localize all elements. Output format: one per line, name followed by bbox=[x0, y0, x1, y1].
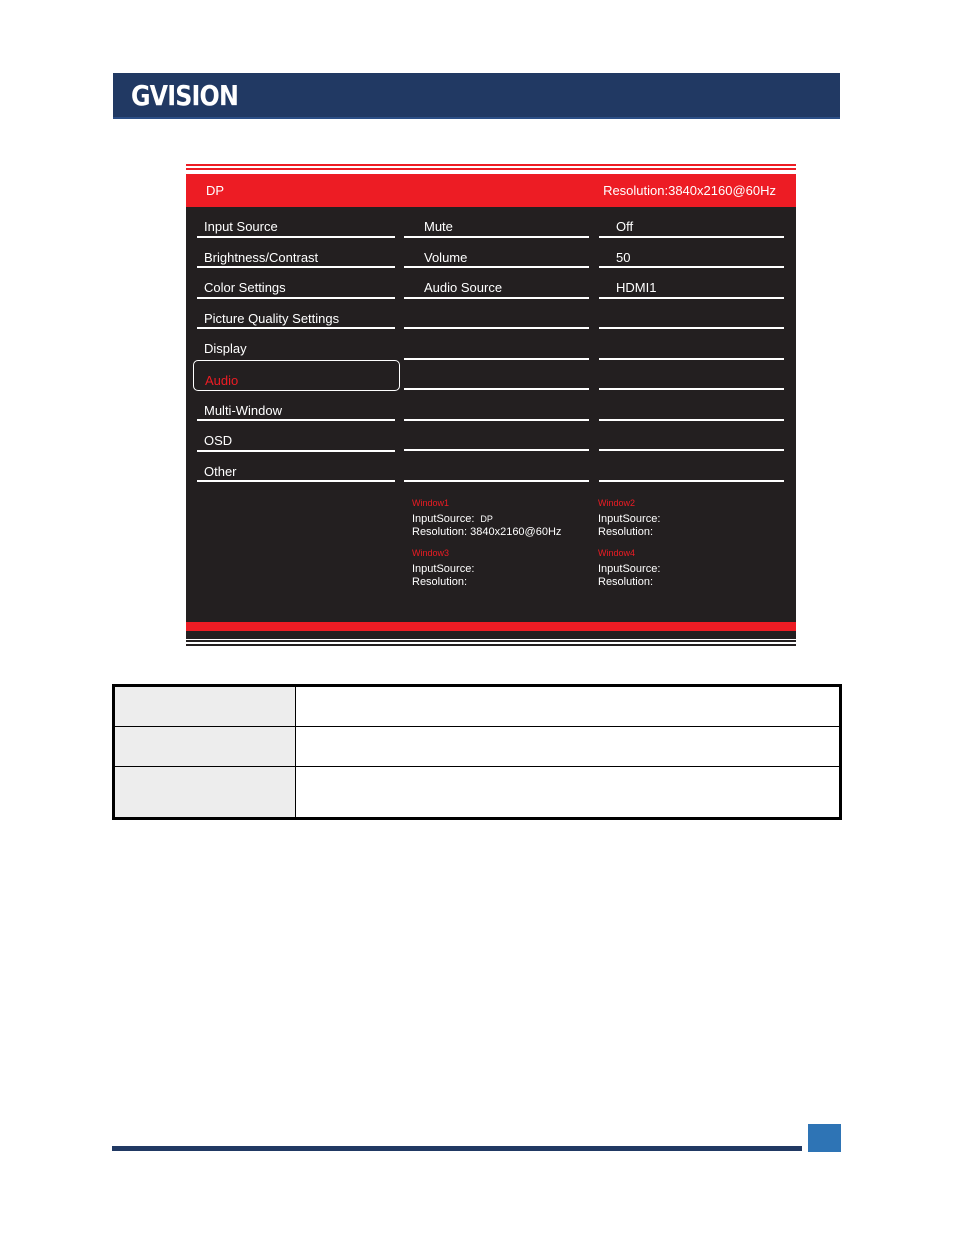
menu-item-input-source[interactable]: Input Source bbox=[197, 207, 395, 238]
menu-item-picture-quality[interactable]: Picture Quality Settings bbox=[197, 299, 395, 329]
value-empty bbox=[599, 360, 784, 390]
table-value-cell bbox=[295, 685, 841, 727]
table-key-cell bbox=[113, 726, 296, 767]
submenu-mute[interactable]: Mute bbox=[404, 207, 589, 238]
value-audio-source[interactable]: HDMI1 bbox=[599, 268, 784, 299]
menu-item-other[interactable]: Other bbox=[197, 452, 395, 482]
table-key-cell bbox=[113, 766, 296, 819]
window4-info: Window4 InputSource: Resolution: bbox=[598, 547, 660, 589]
footer-rule bbox=[112, 1146, 802, 1151]
window2-info: Window2 InputSource: Resolution: bbox=[598, 497, 660, 539]
value-volume[interactable]: 50 bbox=[599, 238, 784, 268]
value-mute[interactable]: Off bbox=[599, 207, 784, 238]
input-label: InputSource: bbox=[412, 563, 475, 575]
menu-item-display[interactable]: Display bbox=[197, 329, 395, 360]
resolution-label: Resolution: bbox=[598, 526, 654, 538]
menu-item-multi-window[interactable]: Multi-Window bbox=[197, 391, 395, 421]
osd-body: Input Source Brightness/Contrast Color S… bbox=[186, 207, 796, 622]
table-value-cell bbox=[295, 766, 841, 819]
osd-header: DP Resolution:3840x2160@60Hz bbox=[186, 174, 796, 207]
bottom-red-bar bbox=[186, 622, 796, 631]
submenu-empty bbox=[404, 299, 589, 329]
value-empty bbox=[599, 421, 784, 451]
input-label: InputSource: bbox=[412, 513, 475, 525]
submenu-empty bbox=[404, 390, 589, 421]
bottom-stripes bbox=[186, 640, 796, 648]
resolution-label: Resolution: bbox=[412, 576, 468, 588]
submenu-empty bbox=[404, 451, 589, 482]
current-resolution: Resolution:3840x2160@60Hz bbox=[603, 183, 776, 198]
table-row bbox=[113, 726, 841, 767]
submenu-volume[interactable]: Volume bbox=[404, 238, 589, 268]
audio-values: Off 50 HDMI1 bbox=[599, 207, 784, 482]
window-title: Window4 bbox=[598, 548, 636, 558]
window-title: Window1 bbox=[412, 498, 450, 508]
value-empty bbox=[599, 390, 784, 421]
submenu-empty bbox=[404, 329, 589, 360]
table-row bbox=[113, 685, 841, 727]
audio-submenu: Mute Volume Audio Source bbox=[404, 207, 589, 482]
main-menu: Input Source Brightness/Contrast Color S… bbox=[193, 207, 400, 482]
top-stripes bbox=[186, 164, 796, 174]
resolution-label: Resolution: bbox=[598, 576, 654, 588]
table-row bbox=[113, 766, 841, 819]
osd-menu-screenshot: DP Resolution:3840x2160@60Hz Input Sourc… bbox=[186, 164, 796, 646]
window-title: Window3 bbox=[412, 548, 450, 558]
submenu-audio-source[interactable]: Audio Source bbox=[404, 268, 589, 299]
page-number-box bbox=[808, 1124, 841, 1152]
submenu-empty bbox=[404, 421, 589, 451]
window1-info: Window1 InputSource: DP Resolution: 3840x… bbox=[412, 497, 561, 539]
window-title: Window2 bbox=[598, 498, 636, 508]
table-value-cell bbox=[295, 726, 841, 767]
resolution-value: 3840x2160@60Hz bbox=[470, 526, 562, 538]
menu-item-audio[interactable]: Audio bbox=[193, 359, 400, 391]
resolution-label: Resolution: bbox=[412, 526, 468, 538]
menu-item-osd[interactable]: OSD bbox=[197, 421, 395, 452]
menu-item-brightness-contrast[interactable]: Brightness/Contrast bbox=[197, 238, 395, 268]
table-key-cell bbox=[113, 685, 296, 727]
input-label: InputSource: bbox=[598, 563, 661, 575]
value-empty bbox=[599, 329, 784, 360]
current-input-source: DP bbox=[206, 183, 225, 198]
value-empty bbox=[599, 299, 784, 329]
window3-info: Window3 InputSource: Resolution: bbox=[412, 547, 474, 589]
menu-item-color-settings[interactable]: Color Settings bbox=[197, 268, 395, 299]
input-value: DP bbox=[480, 514, 493, 524]
header-banner: GVISION bbox=[113, 73, 840, 119]
submenu-empty bbox=[404, 360, 589, 390]
value-empty bbox=[599, 451, 784, 482]
gvision-logo: GVISION bbox=[131, 79, 239, 112]
settings-description-table bbox=[112, 684, 842, 820]
input-label: InputSource: bbox=[598, 513, 661, 525]
bottom-dark-bar bbox=[186, 631, 796, 639]
